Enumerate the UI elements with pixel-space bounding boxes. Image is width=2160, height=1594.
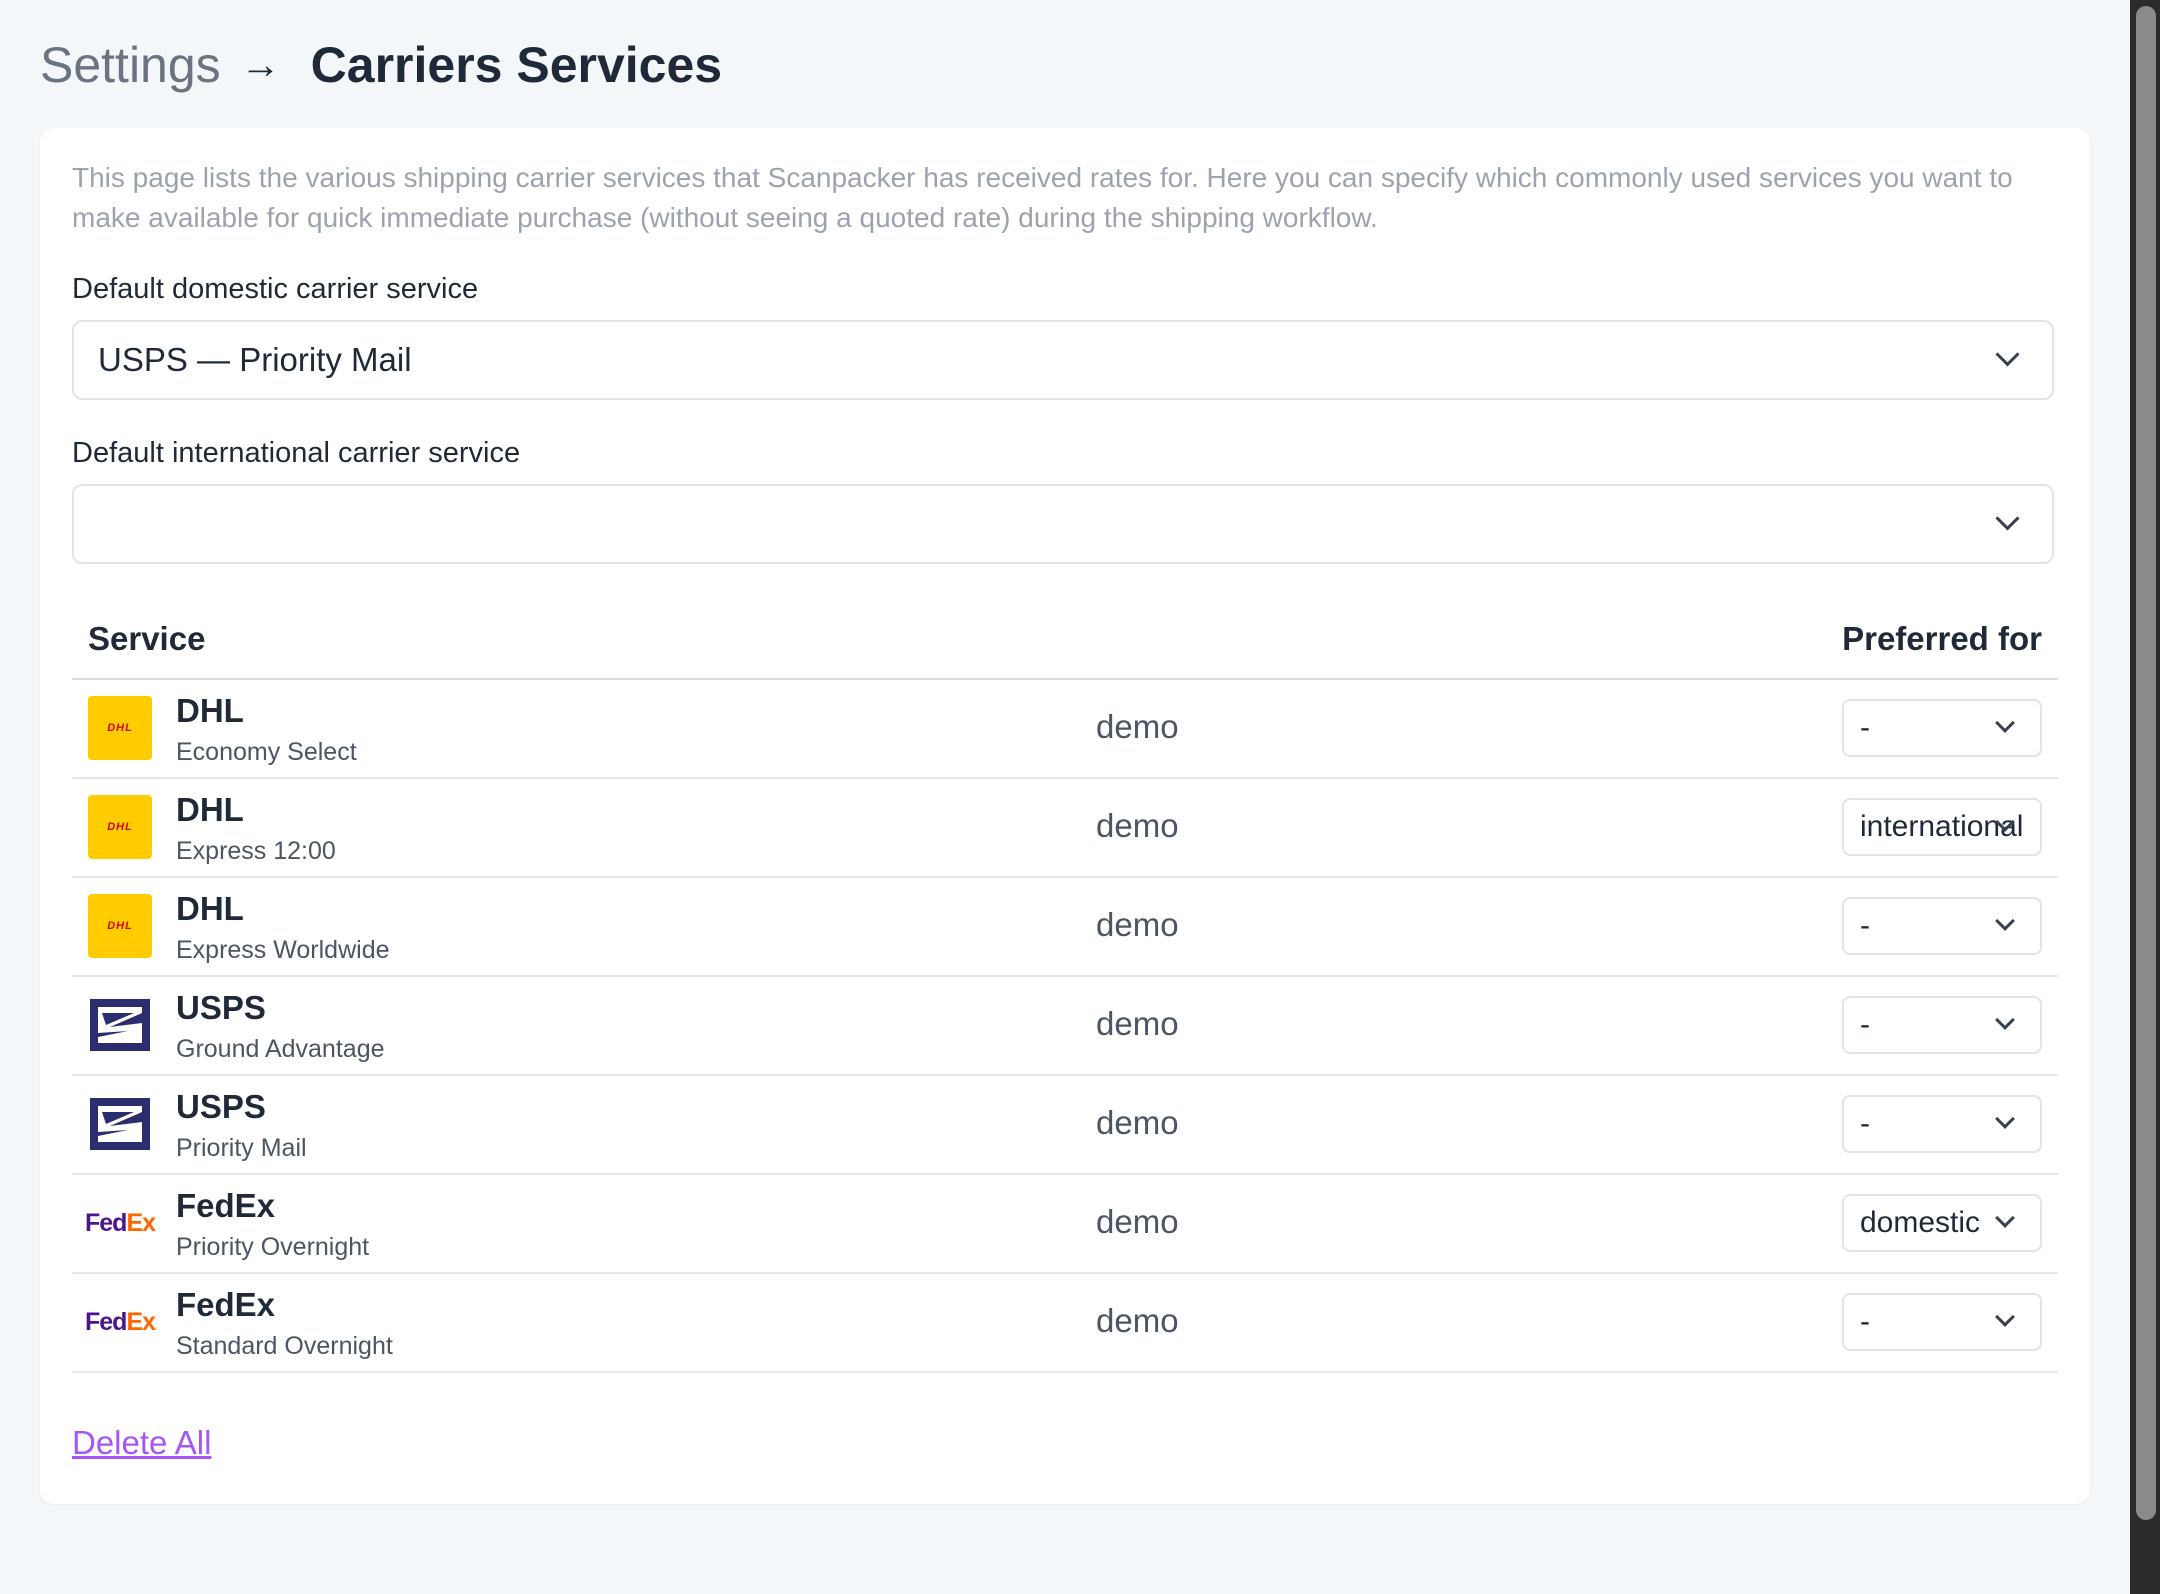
table-row: USPS Ground Advantage demo - xyxy=(72,977,2058,1076)
breadcrumb: Settings → Carriers Services xyxy=(40,30,722,100)
service-name: Standard Overnight xyxy=(176,1332,393,1360)
preferred-for-select[interactable]: - xyxy=(1842,1095,2042,1153)
preferred-for-value: domestic xyxy=(1860,1206,1981,1239)
fedex-logo-fed: Fed xyxy=(84,1307,127,1336)
fedex-logo-icon: FedEx xyxy=(84,1290,156,1354)
preferred-for-value: - xyxy=(1860,711,1870,744)
fedex-logo-ex: Ex xyxy=(126,1307,156,1336)
account-name: demo xyxy=(1096,906,1179,943)
service-name: Ground Advantage xyxy=(176,1035,385,1063)
service-name: Economy Select xyxy=(176,738,357,766)
dhl-logo-icon: DHL xyxy=(88,696,152,760)
table-row: FedEx FedEx Priority Overnight demo domestic xyxy=(72,1175,2058,1274)
domestic-service-label: Default domestic carrier service xyxy=(72,273,479,305)
table-row: DHL DHL Express 12:00 demo international xyxy=(72,779,2058,878)
dhl-logo-icon: DHL xyxy=(88,795,152,859)
fedex-logo-icon: FedEx xyxy=(84,1191,156,1255)
preferred-for-select[interactable]: - xyxy=(1842,897,2042,955)
chevron-down-icon xyxy=(1995,342,2020,367)
carrier-name: USPS xyxy=(176,989,266,1026)
services-table: Service Preferred for DHL DHL Economy Sele… xyxy=(72,608,2058,1373)
account-name: demo xyxy=(1096,1203,1179,1240)
service-name: Express 12:00 xyxy=(176,837,336,865)
preferred-for-select[interactable]: domestic xyxy=(1842,1194,2042,1252)
preferred-for-value: - xyxy=(1860,909,1870,942)
carrier-name: USPS xyxy=(176,1088,266,1125)
dhl-logo-text: DHL xyxy=(107,722,133,734)
chevron-down-icon xyxy=(1995,1307,2015,1327)
preferred-for-value: - xyxy=(1860,1107,1870,1140)
preferred-for-value: - xyxy=(1860,1305,1870,1338)
carrier-name: FedEx xyxy=(176,1187,276,1224)
chevron-down-icon xyxy=(1995,713,2015,733)
carrier-name: DHL xyxy=(176,791,244,828)
chevron-down-icon xyxy=(1995,1109,2015,1129)
account-name: demo xyxy=(1096,1302,1179,1339)
service-name: Priority Mail xyxy=(176,1134,307,1162)
page-title: Carriers Services xyxy=(310,37,723,93)
intro-text: This page lists the various shipping car… xyxy=(72,162,2013,233)
table-header: Service Preferred for xyxy=(72,608,2058,680)
chevron-down-icon xyxy=(1995,911,2015,931)
scrollbar-thumb[interactable] xyxy=(2136,6,2156,1520)
scrollbar-track[interactable] xyxy=(2130,0,2160,1594)
international-service-label: Default international carrier service xyxy=(72,437,521,469)
dhl-logo-text: DHL xyxy=(107,821,133,833)
preferred-for-select[interactable]: - xyxy=(1842,1293,2042,1351)
carrier-name: DHL xyxy=(176,692,244,729)
table-row: DHL DHL Economy Select demo - xyxy=(72,680,2058,779)
preferred-for-select[interactable]: - xyxy=(1842,699,2042,757)
delete-all-link[interactable]: Delete All xyxy=(72,1424,211,1462)
account-name: demo xyxy=(1096,1005,1179,1042)
account-name: demo xyxy=(1096,807,1179,844)
account-name: demo xyxy=(1096,708,1179,745)
domestic-service-select[interactable]: USPS — Priority Mail xyxy=(72,320,2054,400)
arrow-right-icon: → xyxy=(240,42,281,87)
international-service-select[interactable] xyxy=(72,484,2054,564)
fedex-logo-fed: Fed xyxy=(84,1208,127,1237)
table-row: USPS Priority Mail demo - xyxy=(72,1076,2058,1175)
preferred-for-value: international xyxy=(1860,810,2024,843)
dhl-logo-icon: DHL xyxy=(88,894,152,958)
table-row: DHL DHL Express Worldwide demo - xyxy=(72,878,2058,977)
usps-eagle-logo-icon xyxy=(88,1092,152,1156)
carrier-name: DHL xyxy=(176,890,244,927)
chevron-down-icon xyxy=(1995,1208,2015,1228)
preferred-for-select[interactable]: international xyxy=(1842,798,2042,856)
dhl-logo-text: DHL xyxy=(107,920,133,932)
chevron-down-icon xyxy=(1995,1010,2015,1030)
column-header-preferred: Preferred for xyxy=(1842,620,2042,657)
account-name: demo xyxy=(1096,1104,1179,1141)
breadcrumb-settings-link[interactable]: Settings xyxy=(40,36,221,94)
service-name: Express Worldwide xyxy=(176,936,390,964)
usps-eagle-logo-icon xyxy=(88,993,152,1057)
service-name: Priority Overnight xyxy=(176,1233,370,1261)
settings-card: This page lists the various shipping car… xyxy=(40,128,2090,1504)
table-row: FedEx FedEx Standard Overnight demo - xyxy=(72,1274,2058,1373)
preferred-for-select[interactable]: - xyxy=(1842,996,2042,1054)
carrier-name: FedEx xyxy=(176,1286,276,1323)
chevron-down-icon xyxy=(1995,506,2020,531)
fedex-logo-ex: Ex xyxy=(126,1208,156,1237)
column-header-service: Service xyxy=(88,620,206,657)
domestic-service-value: USPS — Priority Mail xyxy=(98,341,412,378)
preferred-for-value: - xyxy=(1860,1008,1870,1041)
